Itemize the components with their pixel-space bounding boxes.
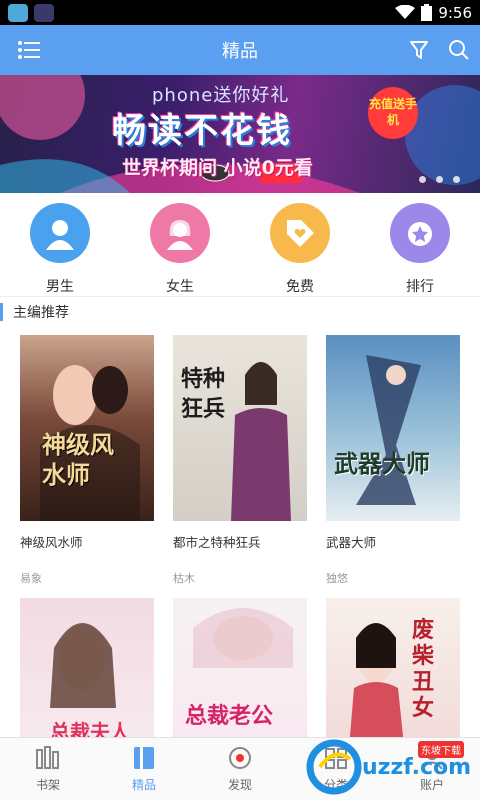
filter-icon [410, 41, 428, 59]
watermark-text: uzzf.com [362, 755, 472, 780]
tab-label: 书架 [35, 778, 60, 792]
tab-label: 发现 [227, 778, 252, 792]
male-icon [30, 203, 90, 263]
book-card[interactable]: 特种狂兵 都市之特种狂兵 枯木 [173, 335, 307, 586]
promo-banner[interactable]: phone送你好礼 畅读不花钱 世界杯期间 小说0元看 充值送手机 [0, 75, 480, 193]
section-header: 主编推荐 [0, 302, 69, 322]
banner-pagination [419, 176, 460, 183]
cover-title: 武器大师 [334, 450, 430, 478]
pagination-dot[interactable] [453, 176, 460, 183]
status-notifications [8, 3, 54, 22]
tab-label: 精品 [131, 778, 156, 792]
game-notification-icon [34, 3, 54, 22]
pagination-dot[interactable] [436, 176, 443, 183]
tab-featured[interactable]: 精品 [96, 738, 192, 800]
banner-tag: 充值送手机 [368, 87, 418, 139]
discover-icon [229, 747, 251, 769]
wifi-icon [395, 5, 416, 19]
category-label: 免费 [286, 279, 314, 295]
page-title: 精品 [222, 41, 258, 62]
app-notification-icon [8, 3, 28, 22]
category-label: 排行 [406, 279, 434, 295]
search-button[interactable] [446, 37, 472, 63]
watermark-logo-icon [306, 739, 362, 795]
category-male[interactable]: 男生 [0, 193, 120, 296]
cover-title: 总裁老公 [185, 704, 274, 729]
book-author: 易象 [20, 572, 42, 585]
menu-button[interactable] [16, 37, 42, 63]
filter-button[interactable] [406, 37, 432, 63]
top-bar: 精品 [0, 25, 480, 75]
cover-title: 神级风水师 [42, 431, 114, 489]
section-accent-bar [0, 303, 3, 321]
bookshelf-icon [36, 746, 59, 769]
category-label: 女生 [166, 279, 194, 295]
book-cover: 特种狂兵 [173, 335, 307, 521]
category-female[interactable]: 女生 [120, 193, 240, 296]
book-cover: 神级风水师 [20, 335, 154, 521]
book-author: 枯木 [173, 572, 195, 585]
list-menu-icon [18, 41, 40, 59]
book-title: 武器大师 [326, 535, 377, 550]
category-nav: 男生 女生 免费 排行 [0, 193, 480, 296]
book-card[interactable]: 武器大师 武器大师 独悠 [326, 335, 460, 586]
featured-book-icon [134, 747, 154, 769]
section-title: 主编推荐 [13, 305, 69, 321]
book-title: 神级风水师 [20, 535, 83, 550]
battery-icon [421, 4, 433, 21]
banner-headline: 畅读不花钱 [112, 111, 292, 151]
status-bar: 9:56 [0, 0, 480, 25]
status-time: 9:56 [438, 3, 472, 22]
book-title: 都市之特种狂兵 [173, 535, 261, 550]
category-free[interactable]: 免费 [240, 193, 360, 296]
category-ranking[interactable]: 排行 [360, 193, 480, 296]
medal-icon [390, 203, 450, 263]
site-watermark: 东坡下载 uzzf.com [300, 735, 480, 800]
cover-title: 废柴丑女 [412, 618, 435, 721]
tab-discover[interactable]: 发现 [192, 738, 288, 800]
divider [0, 296, 480, 297]
cover-title: 特种狂兵 [181, 367, 226, 422]
tab-bookshelf[interactable]: 书架 [0, 738, 96, 800]
pagination-dot[interactable] [419, 176, 426, 183]
category-label: 男生 [46, 279, 74, 295]
book-card[interactable]: 神级风水师 神级风水师 易象 [20, 335, 154, 586]
book-cover: 武器大师 [326, 335, 460, 521]
female-icon [150, 203, 210, 263]
search-icon [449, 40, 469, 60]
book-author: 独悠 [326, 572, 348, 585]
free-tag-icon [270, 203, 330, 263]
banner-subheadline: 世界杯期间 小说0元看 [122, 157, 313, 179]
